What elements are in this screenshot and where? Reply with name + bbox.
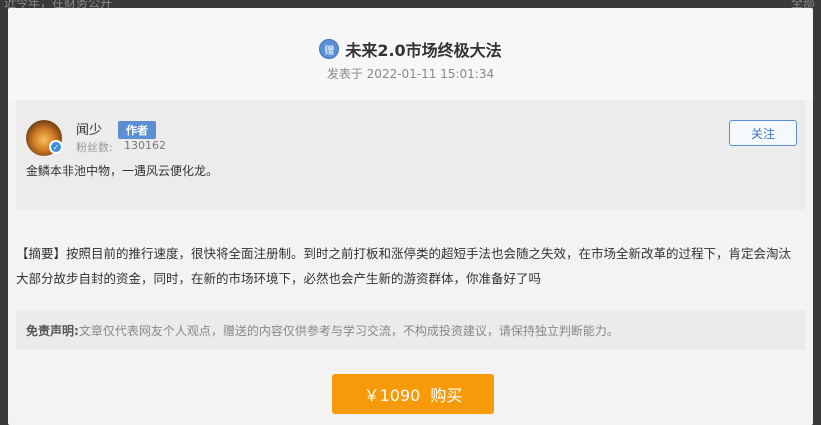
disclaimer-text: 文章仅代表网友个人观点，赠送的内容仅供参考与学习交流，不构成投资建议，请保持独立… (78, 323, 619, 338)
post-modal: 赠 未来2.0市场终极大法 发表于 2022-01-11 15:01:34 ✓ … (8, 8, 813, 425)
disclaimer: 免责声明: 文章仅代表网友个人观点，赠送的内容仅供参考与学习交流，不构成投资建议… (16, 310, 805, 350)
buy-price: ￥1090 (363, 386, 421, 405)
author-badge: 作者 (118, 121, 156, 139)
fans-label: 粉丝数: (76, 141, 113, 154)
author-signature: 金鳞本非池中物，一遇风云便化龙。 (26, 164, 219, 178)
fans-count: 130162 (124, 139, 166, 152)
author-card: ✓ 闻少 作者 粉丝数: 130162 关注 金鳞本非池中物，一遇风云便化龙。 (16, 100, 805, 210)
summary-text: 按照目前的推行速度，很快将全面注册制。到时之前打板和涨停类的超短手法也会随之失效… (16, 246, 792, 286)
summary-label: 【摘要】 (16, 246, 67, 261)
title-row: 赠 未来2.0市场终极大法 (8, 37, 813, 61)
follow-button[interactable]: 关注 (729, 120, 797, 146)
post-summary: 【摘要】按照目前的推行速度，很快将全面注册制。到时之前打板和涨停类的超短手法也会… (16, 241, 796, 291)
post-title: 未来2.0市场终极大法 (345, 41, 502, 60)
author-name[interactable]: 闻少 (76, 119, 102, 138)
post-time: 发表于 2022-01-11 15:01:34 (326, 67, 495, 81)
post-header: 赠 未来2.0市场终极大法 发表于 2022-01-11 15:01:34 (8, 8, 813, 100)
buy-button[interactable]: ￥1090 购买 (332, 374, 494, 414)
verified-icon: ✓ (49, 140, 63, 154)
gift-icon: 赠 (319, 39, 340, 59)
buy-label: 购买 (430, 386, 463, 405)
disclaimer-label: 免责声明: (26, 323, 79, 338)
